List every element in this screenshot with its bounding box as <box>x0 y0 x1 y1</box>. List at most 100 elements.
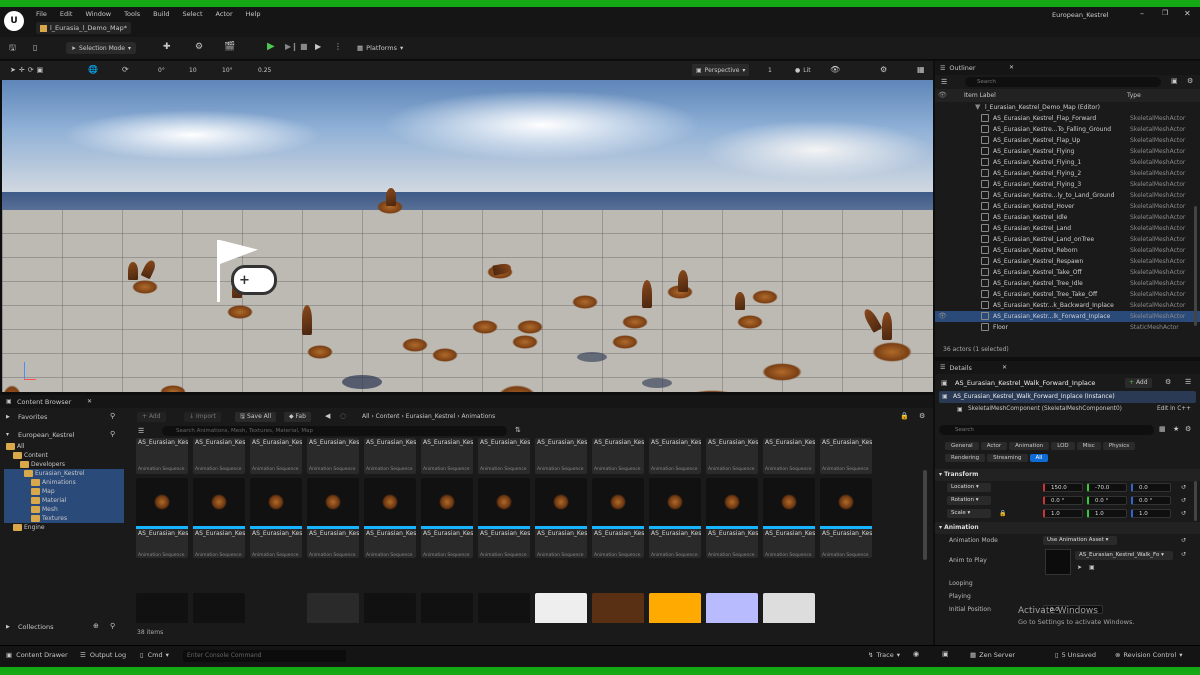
menu-item-select[interactable]: Select <box>182 10 202 18</box>
menu-item-window[interactable]: Window <box>85 10 111 18</box>
close-icon[interactable]: ✕ <box>1009 64 1014 71</box>
search-icon[interactable]: ⚲ <box>110 622 115 630</box>
world-icon[interactable]: 🌐 <box>88 65 98 74</box>
level-tab[interactable]: l_Eurasia_l_Demo_Map* <box>36 22 131 34</box>
reset-icon[interactable]: ↺ <box>1181 507 1186 520</box>
menu-item-edit[interactable]: Edit <box>60 10 73 18</box>
project-label[interactable]: European_Kestrel <box>18 431 74 439</box>
scale-z-field[interactable]: 1.0 <box>1131 509 1171 518</box>
import-button[interactable]: ↓ Import <box>184 412 221 422</box>
outliner-row[interactable]: AS_Eurasian_Kestrel_Land_onTree SkeletalM… <box>935 234 1200 245</box>
blueprint-icon[interactable]: ⚙ <box>1165 378 1171 386</box>
asset-tile[interactable]: AS_Eurasian_Kestrel_Flap_To_Falling_Grou… <box>706 438 758 474</box>
asset-tile[interactable]: AS_Eurasian_Kestrel_Attack Animation Sequ… <box>307 438 359 474</box>
maximize-icon[interactable]: ❐ <box>1162 9 1168 17</box>
asset-search-input[interactable]: Search Animations, Mesh, Textures, Mater… <box>162 426 507 436</box>
asset-tile-figure[interactable] <box>478 593 530 623</box>
search-icon[interactable]: ⚲ <box>110 412 115 420</box>
outliner-row[interactable]: AS_Eurasian_Kestrel_Tree_Take_Off Skeleta… <box>935 289 1200 300</box>
outliner-row[interactable]: AS_Eurasian_Kestrel_Take_Off SkeletalMesh… <box>935 267 1200 278</box>
rotation-x-field[interactable]: 0.0 ° <box>1043 496 1083 505</box>
folder-tree-item[interactable]: Engine <box>0 523 128 532</box>
tab-actor[interactable]: Actor <box>980 442 1008 450</box>
reset-icon[interactable]: ↺ <box>1181 551 1186 558</box>
details-scrollbar[interactable] <box>1194 481 1197 521</box>
platforms-button[interactable]: ▦ Platforms ▾ <box>357 42 403 54</box>
blueprint-icon[interactable]: ⚙ <box>195 43 203 52</box>
col-item-label[interactable]: Item Label <box>964 89 996 102</box>
kestrel-actor[interactable] <box>432 348 458 362</box>
kestrel-actor[interactable] <box>132 280 158 294</box>
outliner-row[interactable]: AS_Eurasian_Kestrel_Flying_1 SkeletalMesh… <box>935 157 1200 168</box>
save-all-button[interactable]: 🖫 Save All <box>235 412 277 422</box>
filter-icon[interactable]: ☰ <box>941 78 947 86</box>
rotation-z-field[interactable]: 0.0 ° <box>1131 496 1171 505</box>
outliner-row[interactable]: AS_Eurasian_Kestr...k_Backward_Inplace Sk… <box>935 300 1200 311</box>
breadcrumb-item[interactable]: Animations <box>462 413 496 420</box>
output-log-button[interactable]: ☰ Output Log <box>80 651 126 659</box>
add-folder-icon[interactable]: ▣ <box>1171 77 1178 85</box>
content-drawer-button[interactable]: ▣ Content Drawer <box>6 651 68 659</box>
close-icon[interactable]: ✕ <box>1002 364 1007 371</box>
cinematics-icon[interactable]: 🎬 <box>224 43 235 52</box>
kestrel-actor[interactable] <box>227 305 253 319</box>
asset-tile[interactable]: AS_Eurasian_Kestrel_Flap_Forward Animatio… <box>649 438 701 474</box>
component-row[interactable]: ▣ SkeletalMeshComponent (SkeletalMeshCom… <box>935 403 1200 417</box>
filter-icon[interactable]: ☰ <box>138 427 144 435</box>
breadcrumb-item[interactable]: Eurasian_Kestrel <box>406 413 456 420</box>
scale-x-field[interactable]: 1.0 <box>1043 509 1083 518</box>
close-icon[interactable]: ✕ <box>1184 9 1191 18</box>
zen-server-button[interactable]: ▦ Zen Server <box>970 651 1015 659</box>
asset-tile-texture-brown[interactable] <box>592 593 644 623</box>
anim-thumbnail[interactable] <box>1045 549 1071 575</box>
derived-data-icon[interactable]: ◉ <box>913 650 919 658</box>
rotation-snap-value[interactable]: 0° <box>158 67 165 74</box>
revision-control-button[interactable]: ⊗ Revision Control ▾ <box>1115 651 1182 659</box>
tab-misc[interactable]: Misc <box>1076 442 1101 450</box>
outliner-row[interactable]: AS_Eurasian_Kestrel_Flying_2 SkeletalMesh… <box>935 168 1200 179</box>
kestrel-actor[interactable] <box>572 295 598 309</box>
favorites-label[interactable]: Favorites <box>18 413 47 421</box>
outliner-root-row[interactable]: ▼ l_Eurasian_Kestrel_Demo_Map (Editor) <box>935 102 1200 113</box>
add-actor-icon[interactable]: ✚ <box>163 43 171 52</box>
menu-item-file[interactable]: File <box>36 10 47 18</box>
transform-section-header[interactable]: ▾ Transform <box>935 469 1200 481</box>
player-start-icon[interactable]: + <box>217 240 292 305</box>
kestrel-actor[interactable] <box>622 315 648 329</box>
menu-item-actor[interactable]: Actor <box>216 10 233 18</box>
kestrel-actor[interactable] <box>402 338 428 352</box>
asset-tile[interactable]: AS_Eurasian_Kestrel_Eat Animation Sequenc… <box>478 438 530 474</box>
kestrel-actor[interactable] <box>517 320 543 334</box>
folder-tree-item[interactable]: Mesh <box>4 505 124 514</box>
outliner-row[interactable]: AS_Eurasian_Kestre...ly_to_Land_Ground Sk… <box>935 190 1200 201</box>
outliner-row[interactable]: AS_Eurasian_Kestrel_Idle SkeletalMeshActo… <box>935 212 1200 223</box>
folder-tree-item[interactable]: Textures <box>4 514 124 523</box>
asset-tile-texture-gray[interactable] <box>763 593 815 623</box>
tab-general[interactable]: General <box>945 442 979 450</box>
asset-tile[interactable]: AS_Eurasian_Kestrel_Die Animation Sequenc… <box>364 438 416 474</box>
content-icon[interactable]: ▯ <box>33 44 37 52</box>
asset-tile[interactable]: AS_Eurasian_Kestrel_Flying_3 Animation Se… <box>307 478 359 558</box>
tab-animation[interactable]: Animation <box>1009 442 1050 450</box>
tab-lod[interactable]: LOD <box>1051 442 1075 450</box>
asset-tile[interactable]: AS_Eurasian_Kestrel_Tree_Idle Animation S… <box>763 478 815 558</box>
add-component-button[interactable]: + Add <box>1125 378 1152 388</box>
outliner-row[interactable]: AS_Eurasian_Kestrel_Tree_Idle SkeletalMes… <box>935 278 1200 289</box>
viewport-layout-value[interactable]: 1 <box>768 67 772 74</box>
tab-streaming[interactable]: Streaming <box>987 454 1028 462</box>
asset-tile[interactable]: AS_Eurasian_Kestrel_Land Animation Sequen… <box>478 478 530 558</box>
cmd-dropdown[interactable]: ▯ Cmd ▾ <box>140 651 169 659</box>
fab-button[interactable]: ◆ Fab <box>284 412 311 422</box>
tab-physics[interactable]: Physics <box>1102 442 1136 450</box>
kestrel-actor[interactable] <box>307 345 333 359</box>
angle-snap-value[interactable]: 10° <box>222 67 233 74</box>
lock-icon[interactable]: 🔒 <box>900 412 909 420</box>
settings-icon[interactable]: ⚙ <box>1187 77 1193 85</box>
kestrel-actor[interactable] <box>752 290 778 304</box>
play-icon[interactable]: ▶ <box>267 42 275 52</box>
edit-in-cpp-link[interactable]: Edit in C++ <box>1157 406 1191 412</box>
asset-tile[interactable]: AS_Eurasian_Kestrel_Respawn Animation Seq… <box>649 478 701 558</box>
search-icon[interactable]: ⚲ <box>110 430 115 438</box>
level-viewport[interactable]: + <box>2 80 933 392</box>
asset-tile[interactable]: AS_Eurasian_Kestrel_Anim_Preview Animatio… <box>136 438 188 474</box>
